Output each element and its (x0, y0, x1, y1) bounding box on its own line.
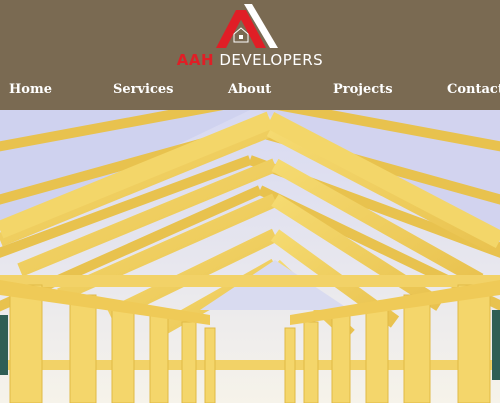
logo[interactable]: AAH DEVELOPERS (0, 0, 500, 72)
roof-trusses-illustration (0, 110, 500, 403)
site-header: AAH DEVELOPERS Home Services About Proje… (0, 0, 500, 110)
hero-image (0, 110, 500, 403)
nav-home[interactable]: Home (9, 82, 52, 97)
nav-services[interactable]: Services (113, 82, 174, 97)
brand-name: AAH DEVELOPERS (0, 51, 500, 69)
brand-rest: DEVELOPERS (219, 51, 324, 69)
nav-about[interactable]: About (228, 82, 271, 97)
nav-contact[interactable]: Contact (447, 82, 500, 97)
brand-accent: AAH (176, 51, 215, 69)
house-a-logo-icon (216, 4, 278, 48)
nav-projects[interactable]: Projects (333, 82, 393, 97)
main-nav: Home Services About Projects Contact (0, 82, 500, 100)
